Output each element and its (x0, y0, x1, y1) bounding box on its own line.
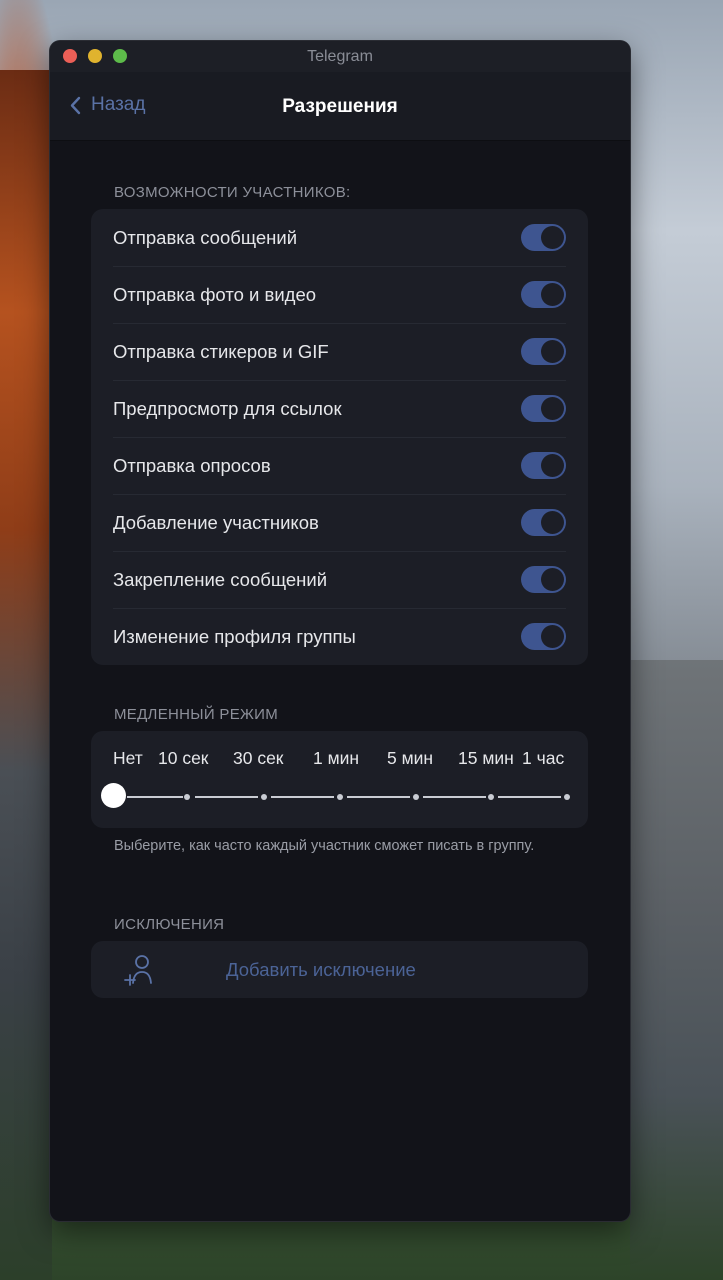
slow-mode-slider-track[interactable] (113, 794, 570, 800)
permission-row[interactable]: Отправка сообщений (113, 209, 588, 266)
add-exception-label: Добавить исключение (226, 959, 416, 980)
page-title: Разрешения (282, 96, 398, 117)
telegram-window: Telegram Назад Разрешения ВОЗМОЖНОСТИ УЧ… (50, 41, 630, 1221)
permission-toggle[interactable] (521, 566, 566, 593)
permissions-section-title: ВОЗМОЖНОСТИ УЧАСТНИКОВ: (114, 184, 351, 201)
title-bar: Telegram (50, 41, 630, 72)
slider-tick (564, 794, 570, 800)
permissions-card: Отправка сообщений Отправка фото и видео… (91, 209, 588, 665)
permission-toggle[interactable] (521, 452, 566, 479)
permission-toggle[interactable] (521, 623, 566, 650)
slider-segment (195, 796, 258, 798)
slider-segment (347, 796, 410, 798)
permission-row[interactable]: Отправка фото и видео (113, 266, 588, 323)
permission-row[interactable]: Добавление участников (113, 494, 588, 551)
slider-segment (271, 796, 334, 798)
toggle-knob (541, 454, 564, 477)
permission-label: Предпросмотр для ссылок (113, 398, 342, 419)
toggle-knob (541, 625, 564, 648)
slow-mode-options: Нет 10 сек 30 сек 1 мин 5 мин 15 мин 1 ч… (91, 748, 588, 770)
toggle-knob (541, 511, 564, 534)
permission-label: Отправка сообщений (113, 227, 298, 248)
permission-row[interactable]: Отправка стикеров и GIF (113, 323, 588, 380)
toggle-knob (541, 283, 564, 306)
permission-label: Добавление участников (113, 512, 319, 533)
slider-tick (488, 794, 494, 800)
permission-toggle[interactable] (521, 281, 566, 308)
slider-segment (498, 796, 561, 798)
permission-row[interactable]: Предпросмотр для ссылок (113, 380, 588, 437)
slider-segment (423, 796, 486, 798)
permission-label: Изменение профиля группы (113, 626, 356, 647)
toggle-knob (541, 340, 564, 363)
permission-toggle[interactable] (521, 395, 566, 422)
slow-mode-hint: Выберите, как часто каждый участник смож… (114, 838, 535, 854)
slider-tick (337, 794, 343, 800)
slow-mode-option[interactable]: Нет (113, 748, 143, 769)
slow-mode-slider-thumb[interactable] (101, 783, 126, 808)
exceptions-section-title: ИСКЛЮЧЕНИЯ (114, 916, 225, 933)
permission-toggle[interactable] (521, 224, 566, 251)
slow-mode-option[interactable]: 10 сек (158, 748, 208, 769)
slow-mode-section-title: МЕДЛЕННЫЙ РЕЖИМ (114, 706, 279, 723)
permission-label: Отправка стикеров и GIF (113, 341, 329, 362)
navigation-header: Назад Разрешения (50, 72, 630, 141)
permission-row[interactable]: Изменение профиля группы (113, 608, 588, 665)
desktop-wallpaper-left (0, 70, 52, 1280)
permission-label: Отправка опросов (113, 455, 271, 476)
slider-tick (413, 794, 419, 800)
permission-toggle[interactable] (521, 509, 566, 536)
permission-row[interactable]: Закрепление сообщений (113, 551, 588, 608)
slow-mode-option[interactable]: 1 мин (313, 748, 359, 769)
permission-label: Отправка фото и видео (113, 284, 317, 305)
slow-mode-option[interactable]: 5 мин (387, 748, 433, 769)
add-exception-button[interactable]: Добавить исключение (91, 941, 588, 998)
slow-mode-option[interactable]: 30 сек (233, 748, 283, 769)
slider-segment (127, 796, 183, 798)
slow-mode-option[interactable]: 15 мин (458, 748, 514, 769)
add-user-icon (124, 955, 152, 986)
slow-mode-option[interactable]: 1 час (522, 748, 564, 769)
slow-mode-card: Нет 10 сек 30 сек 1 мин 5 мин 15 мин 1 ч… (91, 731, 588, 828)
toggle-knob (541, 397, 564, 420)
toggle-knob (541, 226, 564, 249)
permission-toggle[interactable] (521, 338, 566, 365)
slider-tick (184, 794, 190, 800)
desktop-wallpaper-right (630, 660, 723, 1280)
toggle-knob (541, 568, 564, 591)
window-title: Telegram (307, 48, 373, 65)
permission-row[interactable]: Отправка опросов (113, 437, 588, 494)
slider-tick (261, 794, 267, 800)
permission-label: Закрепление сообщений (113, 569, 328, 590)
